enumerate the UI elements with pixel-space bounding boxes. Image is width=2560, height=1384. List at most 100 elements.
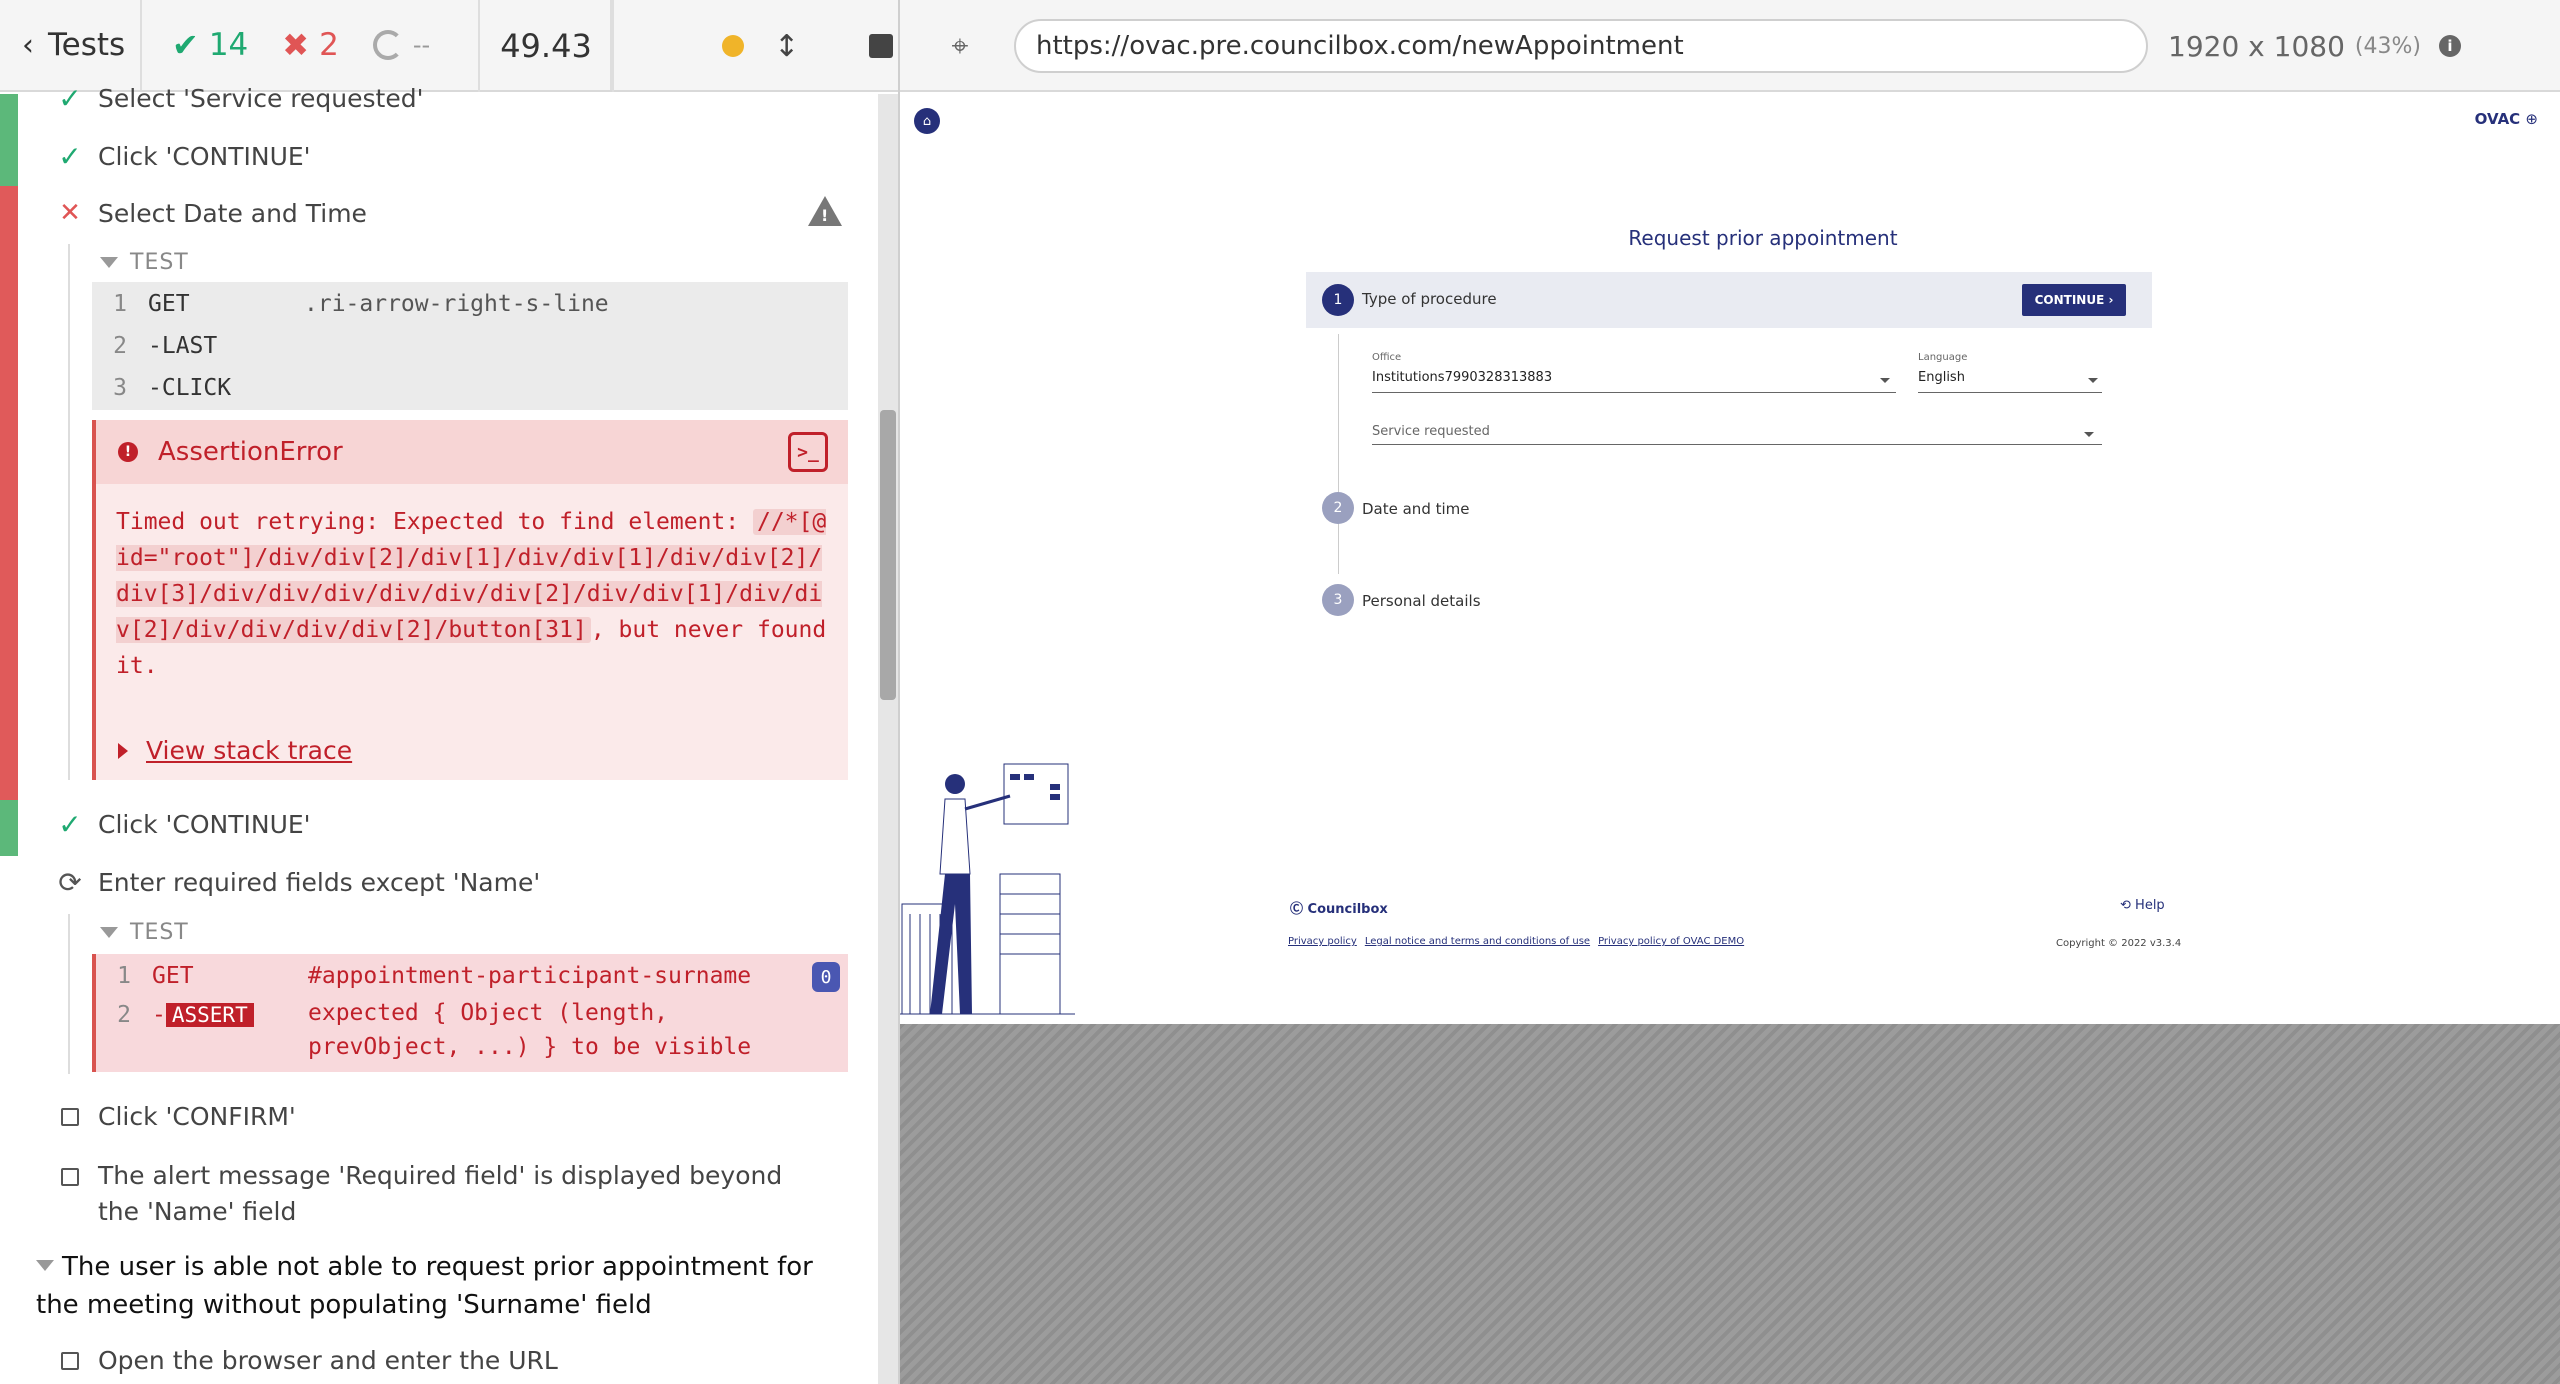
cross-icon: ✕ [59,198,81,228]
pass-bar [0,800,18,856]
scrollbar-thumb[interactable] [880,410,896,700]
chevron-down-icon[interactable] [1880,378,1890,383]
reporter-scrollbar[interactable] [878,94,898,1384]
caret-down-icon [36,1260,54,1271]
command-click-continue[interactable]: ✓ Click 'CONTINUE' [56,140,310,173]
test-section-header[interactable]: TEST [100,920,189,945]
error-icon: ! [118,442,138,462]
check-icon: ✓ [58,82,82,115]
caret-right-icon [118,742,128,759]
command-enter-required-fields[interactable]: ⟳ Enter required fields except 'Name' [56,866,540,899]
pass-bar [0,94,18,186]
caret-down-icon [100,927,118,938]
chevron-down-icon[interactable] [2084,432,2094,437]
chevron-down-icon[interactable] [2088,378,2098,383]
command-open-browser[interactable]: Open the browser and enter the URL [56,1346,558,1375]
app-logo-icon[interactable]: ⌂ [914,108,940,134]
run-duration: 49.43 [478,0,614,92]
error-title: AssertionError [158,437,343,467]
language-select[interactable]: English [1918,370,1965,385]
brand-label: OVAC ⊕ [2474,110,2538,128]
element-count-badge: 0 [812,962,840,992]
suite-title[interactable]: The user is able not able to request pri… [36,1248,836,1324]
command-log-block: 1 GET .ri-arrow-right-s-line 2 -LAST 3 -… [92,282,848,410]
chevron-left-icon: ‹ [22,27,34,63]
command-click-continue-2[interactable]: ✓ Click 'CONTINUE' [56,808,310,841]
command-select-date-time[interactable]: ✕ Select Date and Time [56,198,367,228]
aut-empty-area [900,1024,2560,1384]
caret-down-icon [100,257,118,268]
assert-key: - ASSERT [152,1002,308,1028]
assert-tag: ASSERT [165,1003,254,1027]
failed-command-log-block: 1 GET #appointment-participant-surname 0… [92,954,848,1072]
stop-icon[interactable] [869,34,894,58]
step-label-personal-details: Personal details [1362,592,1481,610]
globe-icon[interactable]: ⊕ [2525,110,2538,128]
step-number: 1 [1322,284,1354,316]
command-select-service[interactable]: ✓ Select 'Service requested' [56,82,423,115]
nesting-guide [68,914,70,1074]
log-row[interactable]: 3 -CLICK [92,368,304,408]
footer-links: Privacy policy Legal notice and terms an… [1288,936,1744,947]
office-label: Office [1372,352,1402,363]
log-row[interactable]: 1 GET #appointment-participant-surname [96,956,751,996]
privacy-policy-ovac-link[interactable]: Privacy policy of OVAC DEMO [1598,936,1744,947]
run-controls: ↕ [614,0,898,92]
pending-count: -- [372,30,430,60]
info-icon[interactable]: i [2438,35,2461,57]
test-section-header[interactable]: TEST [100,250,189,275]
language-underline [1918,392,2102,393]
language-label: Language [1918,352,1968,363]
assertion-error-panel: ! AssertionError >_ Timed out retrying: … [92,420,848,780]
viewport-info: 1920 x 1080 (43%) i [2168,0,2461,92]
calendar-illustration [900,763,1075,1015]
aut-header: ⌖ https://ovac.pre.councilbox.com/newApp… [900,0,2560,92]
log-row[interactable]: 2 -LAST [92,326,304,366]
failed-count: ✖ 2 [282,26,339,64]
command-click-confirm[interactable]: Click 'CONFIRM' [56,1102,296,1131]
office-select[interactable]: Institutions7990328313883 [1372,370,1552,385]
step-label: Type of procedure [1362,290,1497,308]
circle-pending-icon [372,30,403,60]
step-number: 2 [1322,492,1354,524]
copyright: Copyright © 2022 v3.3.4 [2056,938,2182,949]
office-underline [1372,392,1896,393]
step-connector [1338,334,1339,574]
checkbox-icon [61,1107,79,1126]
app-under-test: ⌂ OVAC ⊕ Request prior appointment 1 Typ… [900,94,2560,1024]
page-title: Request prior appointment [1628,226,1898,250]
step-label-date-time: Date and time [1362,500,1470,518]
auto-scroll-icon[interactable]: ↕ [774,29,799,64]
checkbox-icon [61,1351,79,1370]
nesting-guide [68,244,70,780]
back-to-tests-button[interactable]: ‹ Tests [0,0,142,90]
check-icon: ✓ [58,140,82,173]
privacy-policy-link[interactable]: Privacy policy [1288,936,1357,947]
log-row[interactable]: 2 - ASSERT expected { Object (length, pre… [96,994,788,1060]
councilbox-icon: Ⓒ [1290,902,1304,917]
running-indicator-icon [722,35,744,57]
help-icon: ⟲ [2120,898,2131,913]
legal-notice-link[interactable]: Legal notice and terms and conditions of… [1365,936,1590,947]
log-row[interactable]: 1 GET .ri-arrow-right-s-line [92,284,609,324]
terminal-icon[interactable]: >_ [788,432,828,472]
step-number: 3 [1322,584,1354,616]
view-stack-trace-link[interactable]: View stack trace [118,736,352,765]
continue-button[interactable]: CONTINUE › [2022,284,2126,316]
crosshair-icon[interactable]: ⌖ [940,26,980,66]
service-underline [1372,444,2102,445]
checkbox-icon [61,1168,79,1186]
cross-icon: ✖ [282,26,310,64]
refresh-icon: ⟳ [58,866,82,899]
warning-mark: ! [821,206,829,225]
command-alert-message[interactable]: The alert message 'Required field' is di… [56,1158,816,1230]
url-bar[interactable]: https://ovac.pre.councilbox.com/newAppoi… [1014,19,2148,73]
check-icon: ✓ [58,808,82,841]
error-header: ! AssertionError [96,420,848,484]
councilbox-logo: Ⓒ Councilbox [1290,902,1388,917]
reporter-panel: ‹ Tests ✔ 14 ✖ 2 -- 49.43 ↕ ✓ Select 'Se… [0,0,898,1384]
service-requested-select[interactable]: Service requested [1372,424,1490,439]
passed-count: ✔ 14 [172,26,249,64]
error-message: Timed out retrying: Expected to find ele… [116,509,827,679]
help-link[interactable]: ⟲ Help [2120,898,2165,913]
